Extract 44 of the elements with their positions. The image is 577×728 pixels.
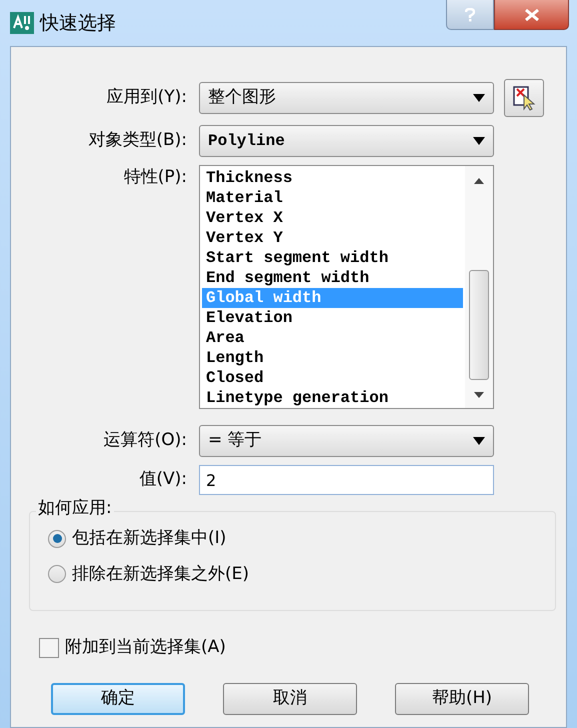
list-item[interactable]: Vertex Y bbox=[202, 228, 463, 248]
list-item[interactable]: Linetype generation bbox=[202, 388, 463, 408]
app-icon bbox=[10, 12, 34, 34]
option-label: 包括在新选择集中(I) bbox=[72, 527, 226, 550]
dropdown[interactable]: Polyline bbox=[199, 125, 494, 157]
list-item[interactable]: Thickness bbox=[202, 168, 463, 188]
dialog-button[interactable]: 帮助(H) bbox=[395, 682, 529, 714]
list-item[interactable]: End segment width bbox=[202, 268, 463, 288]
scroll-down-icon[interactable] bbox=[474, 392, 484, 398]
list-item[interactable]: Vertex X bbox=[202, 208, 463, 228]
radio-button[interactable] bbox=[48, 530, 66, 548]
list-item[interactable]: Length bbox=[202, 348, 463, 368]
radio-button[interactable] bbox=[48, 565, 66, 584]
dropdown[interactable]: = 等于 bbox=[199, 425, 494, 457]
field-label: 运算符(O): bbox=[102, 429, 188, 452]
dialog-button[interactable]: 确定 bbox=[51, 682, 185, 714]
option-label: 排除在新选择集之外(E) bbox=[72, 562, 250, 586]
close-button[interactable] bbox=[494, 0, 569, 30]
list-item[interactable]: Elevation bbox=[202, 308, 463, 328]
scroll-thumb[interactable] bbox=[469, 270, 489, 380]
list-item[interactable]: Material bbox=[202, 188, 463, 208]
list-item[interactable]: Area bbox=[202, 328, 463, 348]
help-icon bbox=[465, 8, 475, 22]
scrollbar[interactable] bbox=[465, 166, 493, 408]
help-button[interactable] bbox=[446, 0, 494, 30]
field-label: 特性(P): bbox=[122, 166, 188, 189]
close-icon bbox=[524, 8, 538, 20]
list-item[interactable]: Start segment width bbox=[202, 248, 463, 268]
window-title: 快速选择 bbox=[40, 10, 116, 36]
field-label: 应用到(Y): bbox=[106, 86, 188, 110]
dropdown[interactable]: 整个图形 bbox=[199, 82, 494, 114]
caret-icon bbox=[473, 437, 485, 445]
field-label: 值(V): bbox=[138, 468, 188, 492]
dialog-button[interactable]: 取消 bbox=[223, 682, 357, 714]
field-label: 对象类型(B): bbox=[87, 129, 188, 152]
cursor-icon bbox=[512, 85, 536, 111]
value-field[interactable]: 2 bbox=[199, 465, 494, 495]
scroll-up-icon[interactable] bbox=[474, 178, 484, 184]
caret-icon bbox=[473, 94, 485, 102]
select-objects-button[interactable] bbox=[504, 79, 544, 117]
caret-icon bbox=[473, 137, 485, 145]
checkbox-label: 附加到当前选择集(A) bbox=[65, 636, 226, 659]
checkbox[interactable] bbox=[39, 638, 59, 658]
list-item[interactable]: Closed bbox=[202, 368, 463, 388]
